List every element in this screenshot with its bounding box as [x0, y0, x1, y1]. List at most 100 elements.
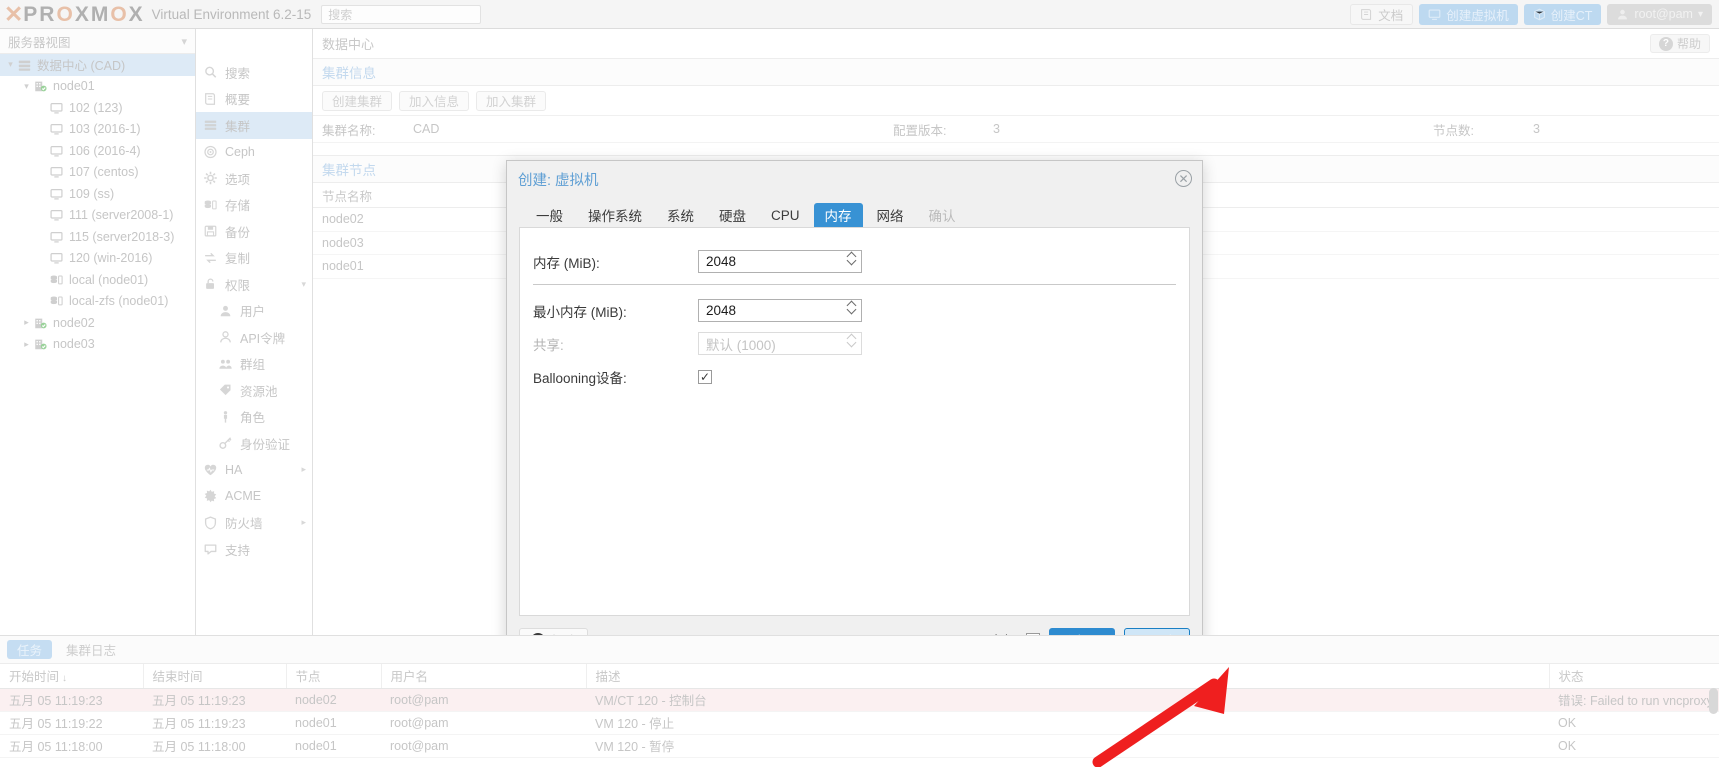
- chevron-right-icon[interactable]: ▸: [20, 317, 33, 328]
- chevron-down-icon[interactable]: ▾: [20, 81, 33, 92]
- help-label: 帮助: [1676, 37, 1701, 51]
- heart-icon: [204, 464, 217, 475]
- tree-item-local-zfs-node01[interactable]: local-zfs (node01): [0, 291, 195, 313]
- tree-item-111-server2008-1[interactable]: 111 (server2008-1): [0, 205, 195, 227]
- dialog-tab-[interactable]: 系统: [656, 203, 705, 227]
- dialog-tab-[interactable]: 网络: [866, 203, 915, 227]
- chevron-down-icon[interactable]: [847, 308, 856, 313]
- join-cluster-button[interactable]: 加入集群: [476, 90, 547, 111]
- task-column-2[interactable]: 节点: [286, 664, 382, 689]
- nav-item-[interactable]: 复制: [196, 245, 312, 272]
- nav-item-[interactable]: 存储: [196, 192, 312, 219]
- user-menu-button[interactable]: root@pam ▾: [1607, 3, 1712, 25]
- memory-field-row: 内存 (MiB): 2048: [533, 245, 1176, 278]
- server-view-selector[interactable]: 服务器视图 ▾: [0, 29, 195, 54]
- docs-button[interactable]: 文档: [1350, 3, 1414, 25]
- task-row[interactable]: 五月 05 11:19:22 五月 05 11:19:23 node01 root@p…: [0, 711, 1719, 735]
- tree-item-node01[interactable]: ▾ node01: [0, 76, 195, 98]
- tree-item-120-win-2016[interactable]: 120 (win-2016): [0, 248, 195, 270]
- nav-item-[interactable]: 群组: [196, 351, 312, 378]
- chevron-down-icon[interactable]: ▾: [301, 279, 306, 290]
- tree-item-local-node01[interactable]: local (node01): [0, 269, 195, 291]
- search-input[interactable]: 搜索: [321, 4, 482, 24]
- datacenter-nav: 搜索 概要 集群 Ceph 选项 存储 备份 复制 权限 ▾ 用户 API令牌 群组 资源池 角色 身份验证 H…: [196, 29, 313, 635]
- chevron-right-icon[interactable]: ▸: [20, 339, 33, 350]
- nav-item-label: 权限: [225, 278, 251, 293]
- nav-item-[interactable]: 支持: [196, 536, 312, 563]
- tree-item-106-2016-4[interactable]: 106 (2016-4): [0, 140, 195, 162]
- task-cell-start: 五月 05 11:19:22: [0, 711, 143, 735]
- create-cluster-button[interactable]: 创建集群: [322, 90, 393, 111]
- tree-item-cad[interactable]: ▾ 数据中心 (CAD): [0, 54, 195, 76]
- nav-item-[interactable]: 集群: [196, 112, 312, 139]
- nav-item-[interactable]: 用户: [196, 298, 312, 325]
- tree-item-102-123[interactable]: 102 (123): [0, 97, 195, 119]
- task-column-0[interactable]: 开始时间 ↓: [0, 664, 144, 689]
- chevron-right-icon[interactable]: ▸: [301, 464, 306, 475]
- nav-item-[interactable]: 防火墙 ▸: [196, 510, 312, 537]
- shares-placeholder: 默认 (1000): [706, 337, 776, 353]
- create-vm-button[interactable]: 创建虚拟机: [1419, 3, 1518, 25]
- task-column-4[interactable]: 描述: [586, 664, 1550, 689]
- dialog-tab-[interactable]: 硬盘: [708, 203, 757, 227]
- nav-item-acme[interactable]: ACME: [196, 483, 312, 510]
- min-memory-input[interactable]: 2048: [698, 299, 862, 322]
- tree-item-label: 数据中心 (CAD): [37, 59, 126, 74]
- task-column-1[interactable]: 结束时间: [143, 664, 287, 689]
- tree-item-107-centos[interactable]: 107 (centos): [0, 162, 195, 184]
- chevron-down-icon: ▾: [1697, 8, 1703, 20]
- nav-item-[interactable]: 概要: [196, 86, 312, 113]
- nav-item-[interactable]: 角色: [196, 404, 312, 431]
- task-table-scrollbar[interactable]: [1709, 688, 1718, 714]
- ballooning-checkbox[interactable]: ✓: [698, 369, 712, 384]
- chevron-down-icon[interactable]: ▾: [4, 59, 17, 70]
- task-tab-tasks[interactable]: 任务: [7, 640, 53, 659]
- tree-item-label: 109 (ss): [69, 186, 115, 201]
- nav-item-[interactable]: 搜索: [196, 59, 312, 86]
- task-cell-desc: VM 120 - 暂停: [586, 734, 1549, 758]
- tree-item-label: 107 (centos): [69, 165, 139, 180]
- create-vm-label: 创建虚拟机: [1446, 8, 1509, 23]
- tree-item-115-server2018-3[interactable]: 115 (server2018-3): [0, 226, 195, 248]
- task-tab-cluster-log[interactable]: 集群日志: [56, 640, 126, 659]
- memory-input[interactable]: 2048: [698, 250, 862, 273]
- chevron-down-icon: ▾: [181, 35, 187, 48]
- task-cell-user: root@pam: [381, 734, 586, 758]
- nav-item-[interactable]: 权限 ▾: [196, 271, 312, 298]
- chevron-down-icon[interactable]: [847, 259, 856, 264]
- topbar-actions: 文档 创建虚拟机 创建CT root@pam ▾: [1350, 3, 1719, 25]
- task-row[interactable]: 五月 05 11:19:23 五月 05 11:19:23 node02 root@p…: [0, 688, 1719, 712]
- chevron-right-icon[interactable]: ▸: [301, 517, 306, 528]
- nav-item-ha[interactable]: HA ▸: [196, 457, 312, 484]
- floppy-icon: [204, 225, 217, 237]
- dialog-tab-[interactable]: 内存: [813, 203, 863, 227]
- task-column-3[interactable]: 用户名: [381, 664, 587, 689]
- create-ct-button[interactable]: 创建CT: [1523, 3, 1602, 25]
- nav-item-ceph[interactable]: Ceph: [196, 139, 312, 166]
- gear-icon: [204, 171, 217, 185]
- nav-item-[interactable]: 选项: [196, 165, 312, 192]
- nav-item-api[interactable]: API令牌: [196, 324, 312, 351]
- nav-item-label: HA: [225, 462, 243, 477]
- nav-item-[interactable]: 资源池: [196, 377, 312, 404]
- dialog-tab-cpu[interactable]: CPU: [760, 203, 811, 227]
- tree-item-109-ss[interactable]: 109 (ss): [0, 183, 195, 205]
- tree-item-103-2016-1[interactable]: 103 (2016-1): [0, 119, 195, 141]
- join-information-button[interactable]: 加入信息: [399, 90, 470, 111]
- task-cell-node: node01: [286, 734, 381, 758]
- dialog-tab-: 确认: [928, 209, 956, 224]
- min-memory-stepper[interactable]: [847, 302, 856, 313]
- nav-item-[interactable]: 身份验证: [196, 430, 312, 457]
- close-icon[interactable]: ✕: [1175, 170, 1192, 187]
- dialog-tab-[interactable]: 一般: [525, 203, 574, 227]
- task-row[interactable]: 五月 05 11:18:00 五月 05 11:18:00 node01 root@p…: [0, 734, 1719, 758]
- task-column-5[interactable]: 状态: [1549, 664, 1719, 689]
- column-node-name[interactable]: 节点名称: [313, 182, 513, 208]
- memory-stepper[interactable]: [847, 253, 856, 264]
- dialog-tab-[interactable]: 操作系统: [577, 203, 653, 227]
- nav-item-[interactable]: 备份: [196, 218, 312, 245]
- tree-item-node03[interactable]: ▸ node03: [0, 334, 195, 356]
- tree-item-label: node03: [53, 337, 95, 352]
- help-button[interactable]: ? 帮助: [1649, 34, 1710, 53]
- tree-item-node02[interactable]: ▸ node02: [0, 312, 195, 334]
